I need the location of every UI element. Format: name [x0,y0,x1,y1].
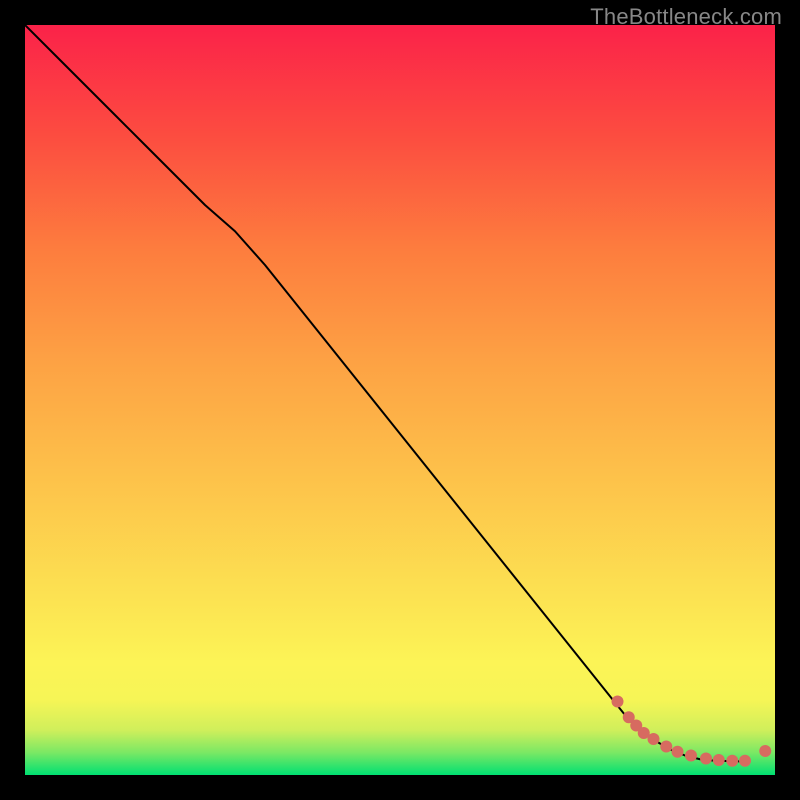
marker-dot [700,753,712,765]
marker-dot [660,741,672,753]
plot-area [25,25,775,775]
chart-stage: TheBottleneck.com [0,0,800,800]
marker-dot [612,696,624,708]
marker-dot [726,755,738,767]
marker-dot [759,745,771,757]
marker-dot [739,755,751,767]
marker-dot [713,754,725,766]
marker-dot [648,733,660,745]
marker-dot [685,750,697,762]
chart-svg [25,25,775,775]
marker-dot [672,746,684,758]
